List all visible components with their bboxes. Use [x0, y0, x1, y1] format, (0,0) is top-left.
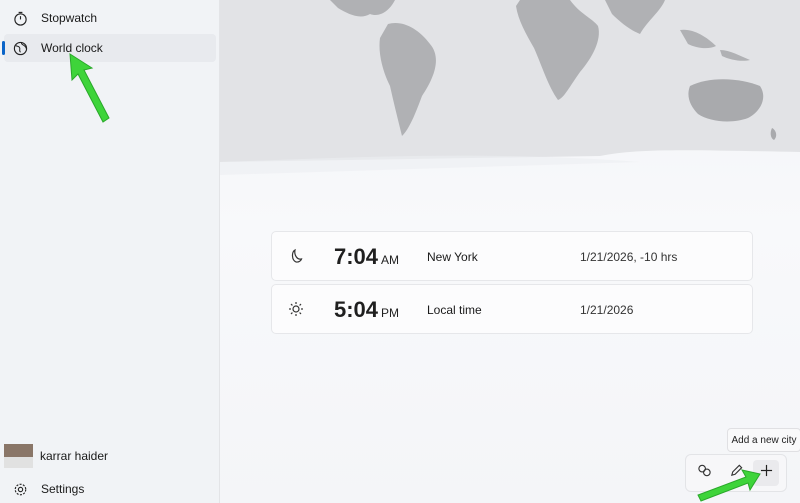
sidebar-item-label: Stopwatch [41, 11, 98, 25]
world-clock-main: 7:04 AM New York 1/21/2026, -10 hrs 5:04 P… [220, 0, 800, 503]
clock-city: New York [427, 250, 478, 264]
user-name: karrar haider [40, 449, 109, 463]
gear-icon [12, 481, 28, 497]
annotation-arrow [69, 53, 110, 123]
clock-city: Local time [427, 303, 482, 317]
world-map [220, 0, 800, 175]
avatar [4, 444, 33, 468]
globe-icon [12, 40, 28, 56]
clock-time: 5:04 PM [334, 297, 400, 322]
sidebar-item-stopwatch[interactable]: Stopwatch [4, 4, 216, 32]
user-profile[interactable]: karrar haider [4, 443, 108, 469]
add-city-tooltip: Add a new city [727, 428, 800, 452]
selection-indicator [2, 41, 5, 55]
clock-date: 1/21/2026, -10 hrs [580, 250, 678, 264]
sidebar-item-settings[interactable]: Settings [4, 475, 216, 503]
clock-time: 7:04 AM [334, 244, 400, 269]
annotation-arrow [697, 469, 761, 502]
sun-icon [288, 301, 304, 317]
clock-card-new-york[interactable]: 7:04 AM New York 1/21/2026, -10 hrs [271, 231, 753, 281]
moon-icon [288, 248, 304, 264]
clock-date: 1/21/2026 [580, 303, 634, 317]
sidebar-item-label: Settings [41, 482, 85, 496]
stopwatch-icon [12, 10, 28, 26]
clock-card-local-time[interactable]: 5:04 PM Local time 1/21/2026 [271, 284, 753, 334]
